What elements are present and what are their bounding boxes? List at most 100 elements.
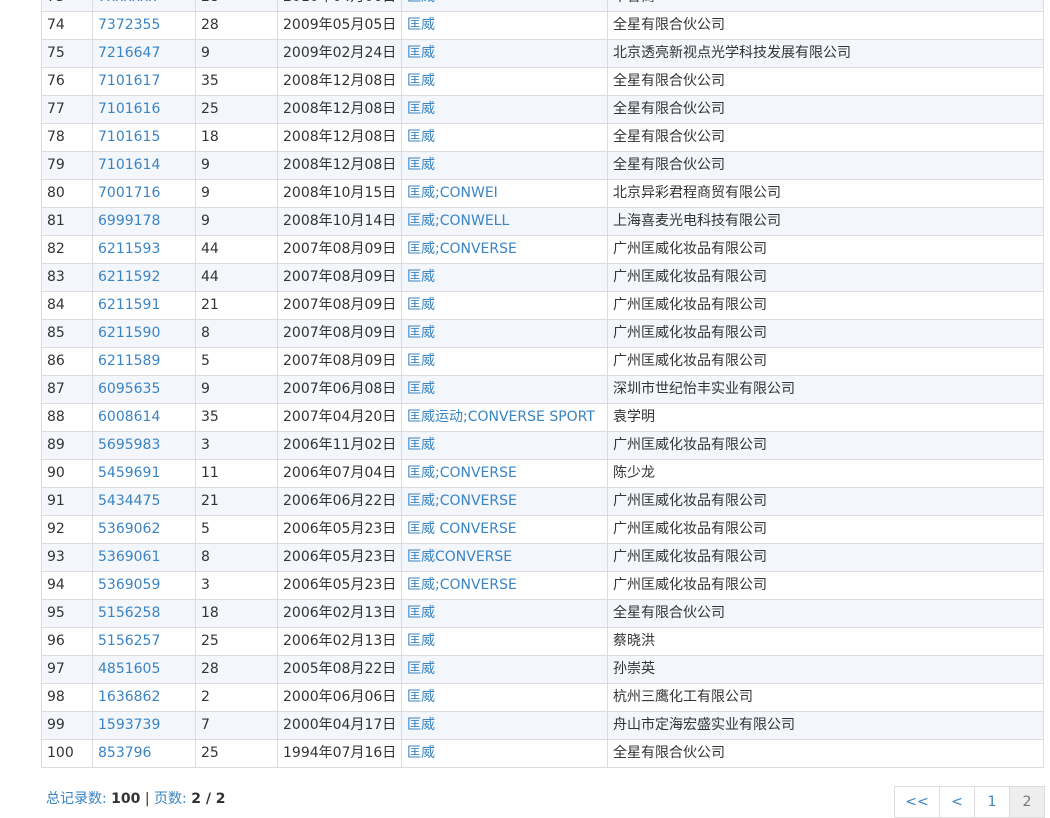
registration-number-link[interactable]: 6211592 xyxy=(98,269,160,285)
registration-number-link[interactable]: 5369059 xyxy=(98,577,160,593)
class-number: 28 xyxy=(195,0,278,12)
trademark-name-link[interactable]: 匡威 xyxy=(407,689,435,705)
registration-number-link[interactable]: 7xxxxxx xyxy=(98,0,157,5)
table-cell: 5156257 xyxy=(92,627,196,656)
table-cell: 匡威 CONVERSE xyxy=(401,515,608,544)
table-cell: 匡威 xyxy=(401,739,608,768)
trademark-name-link[interactable]: 匡威;CONWELL xyxy=(407,213,509,229)
trademark-name-link[interactable]: 匡威 xyxy=(407,17,435,33)
applicant-name: 陈少龙 xyxy=(607,459,1044,488)
trademark-name-link[interactable]: 匡威CONVERSE xyxy=(407,549,512,565)
trademark-results-table: 737xxxxxx282010年04月06日匡威中智商7473723552820… xyxy=(41,0,1044,768)
application-date: 2008年12月08日 xyxy=(277,95,402,124)
applicant-name: 全星有限合伙公司 xyxy=(607,123,1044,152)
registration-number-link[interactable]: 6008614 xyxy=(98,409,160,425)
trademark-name-link[interactable]: 匡威 xyxy=(407,297,435,313)
trademark-name-link[interactable]: 匡威 xyxy=(407,73,435,89)
registration-number-link[interactable]: 6211593 xyxy=(98,241,160,257)
table-row: 96 5156257 25 2006年02月13日 匡威 蔡晓洪 xyxy=(41,627,1044,656)
trademark-name-link[interactable]: 匡威 xyxy=(407,269,435,285)
table-row: 74 7372355 28 2009年05月05日 匡威 全星有限合伙公司 xyxy=(41,11,1044,40)
page-1-button[interactable]: 1 xyxy=(974,786,1010,818)
trademark-name-link[interactable]: 匡威;CONVERSE xyxy=(407,493,517,509)
trademark-name-link[interactable]: 匡威 xyxy=(407,381,435,397)
class-number: 18 xyxy=(195,123,278,152)
registration-number-link[interactable]: 5369062 xyxy=(98,521,160,537)
trademark-name-link[interactable]: 匡威 xyxy=(407,129,435,145)
registration-number-link[interactable]: 853796 xyxy=(98,745,151,761)
registration-number-link[interactable]: 5369061 xyxy=(98,549,160,565)
registration-number-link[interactable]: 5156257 xyxy=(98,633,160,649)
table-row: 83 6211592 44 2007年08月09日 匡威 广州匡威化妆品有限公司 xyxy=(41,263,1044,292)
applicant-name: 广州匡威化妆品有限公司 xyxy=(607,319,1044,348)
applicant-name: 广州匡威化妆品有限公司 xyxy=(607,291,1044,320)
trademark-name-link[interactable]: 匡威;CONWEI xyxy=(407,185,498,201)
registration-number-link[interactable]: 7001716 xyxy=(98,185,160,201)
class-number: 44 xyxy=(195,235,278,264)
registration-number-link[interactable]: 6211591 xyxy=(98,297,160,313)
application-date: 2007年08月09日 xyxy=(277,291,402,320)
class-number: 21 xyxy=(195,487,278,516)
trademark-name-link[interactable]: 匡威 xyxy=(407,605,435,621)
registration-number-link[interactable]: 1636862 xyxy=(98,689,160,705)
registration-number-link[interactable]: 6211589 xyxy=(98,353,160,369)
trademark-name-link[interactable]: 匡威 xyxy=(407,157,435,173)
table-row: 94 5369059 3 2006年05月23日 匡威;CONVERSE 广州匡威化妆品有… xyxy=(41,571,1044,600)
row-index: 81 xyxy=(41,207,93,236)
table-cell: 7xxxxxx xyxy=(92,0,196,12)
table-cell: 匡威 xyxy=(401,599,608,628)
registration-number-link[interactable]: 7216647 xyxy=(98,45,160,61)
trademark-name-link[interactable]: 匡威 xyxy=(407,0,435,5)
class-number: 5 xyxy=(195,515,278,544)
table-cell: 匡威;CONVERSE xyxy=(401,459,608,488)
registration-number-link[interactable]: 7101616 xyxy=(98,101,160,117)
registration-number-link[interactable]: 7101614 xyxy=(98,157,160,173)
trademark-name-link[interactable]: 匡威 xyxy=(407,717,435,733)
registration-number-link[interactable]: 7372355 xyxy=(98,17,160,33)
table-cell: 5156258 xyxy=(92,599,196,628)
first-page-button[interactable]: << xyxy=(894,786,940,818)
class-number: 5 xyxy=(195,347,278,376)
application-date: 2008年12月08日 xyxy=(277,67,402,96)
table-row: 91 5434475 21 2006年06月22日 匡威;CONVERSE 广州匡威化妆品… xyxy=(41,487,1044,516)
registration-number-link[interactable]: 7101617 xyxy=(98,73,160,89)
registration-number-link[interactable]: 5459691 xyxy=(98,465,160,481)
trademark-name-link[interactable]: 匡威 xyxy=(407,661,435,677)
trademark-name-link[interactable]: 匡威;CONVERSE xyxy=(407,465,517,481)
page-2-button-current[interactable]: 2 xyxy=(1009,786,1045,818)
trademark-name-link[interactable]: 匡威 xyxy=(407,325,435,341)
class-number: 9 xyxy=(195,151,278,180)
table-cell: 6211589 xyxy=(92,347,196,376)
table-cell: 匡威;CONVERSE xyxy=(401,487,608,516)
registration-number-link[interactable]: 5695983 xyxy=(98,437,160,453)
application-date: 2000年06月06日 xyxy=(277,683,402,712)
applicant-name: 北京异彩君程商贸有限公司 xyxy=(607,179,1044,208)
applicant-name: 全星有限合伙公司 xyxy=(607,11,1044,40)
trademark-name-link[interactable]: 匡威 xyxy=(407,45,435,61)
row-index: 89 xyxy=(41,431,93,460)
registration-number-link[interactable]: 5434475 xyxy=(98,493,160,509)
registration-number-link[interactable]: 6211590 xyxy=(98,325,160,341)
trademark-name-link[interactable]: 匡威 xyxy=(407,745,435,761)
table-row: 78 7101615 18 2008年12月08日 匡威 全星有限合伙公司 xyxy=(41,123,1044,152)
table-cell: 匡威;CONWEI xyxy=(401,179,608,208)
registration-number-link[interactable]: 7101615 xyxy=(98,129,160,145)
application-date: 2007年08月09日 xyxy=(277,347,402,376)
trademark-name-link[interactable]: 匡威 xyxy=(407,437,435,453)
application-date: 2006年05月23日 xyxy=(277,515,402,544)
trademark-name-link[interactable]: 匡威运动;CONVERSE SPORT xyxy=(407,409,595,425)
registration-number-link[interactable]: 5156258 xyxy=(98,605,160,621)
registration-number-link[interactable]: 6095635 xyxy=(98,381,160,397)
registration-number-link[interactable]: 1593739 xyxy=(98,717,160,733)
trademark-name-link[interactable]: 匡威 xyxy=(407,633,435,649)
trademark-name-link[interactable]: 匡威 xyxy=(407,101,435,117)
trademark-name-link[interactable]: 匡威 xyxy=(407,353,435,369)
trademark-name-link[interactable]: 匡威;CONVERSE xyxy=(407,241,517,257)
applicant-name: 中智商 xyxy=(607,0,1044,12)
trademark-name-link[interactable]: 匡威;CONVERSE xyxy=(407,577,517,593)
registration-number-link[interactable]: 6999178 xyxy=(98,213,160,229)
class-number: 3 xyxy=(195,571,278,600)
trademark-name-link[interactable]: 匡威 CONVERSE xyxy=(407,521,517,537)
prev-page-button[interactable]: < xyxy=(939,786,975,818)
registration-number-link[interactable]: 4851605 xyxy=(98,661,160,677)
